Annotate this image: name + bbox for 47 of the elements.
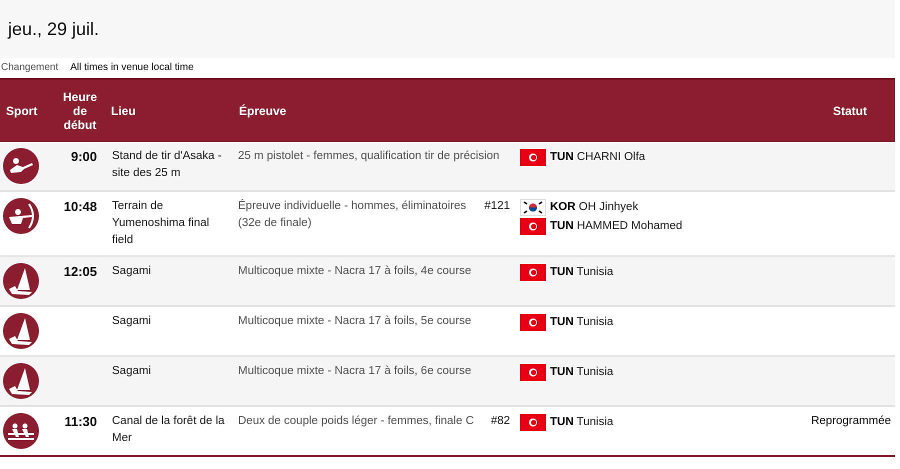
event-text: Multicoque mixte - Nacra 17 à foils, 4e course	[238, 264, 472, 279]
flag-icon	[520, 218, 546, 235]
venue-text: Sagami	[112, 365, 151, 377]
athlete-entry: TUN Tunisia	[550, 415, 614, 430]
flag-icon	[520, 364, 546, 381]
start-time: 11:30	[64, 414, 97, 429]
start-time: 9:00	[70, 149, 97, 164]
flag-icon	[520, 264, 546, 281]
archer-icon	[3, 198, 39, 234]
column-header: Statut	[832, 104, 868, 118]
venue-text: Sagami	[112, 265, 151, 277]
event-text: Multicoque mixte - Nacra 17 à foils, 5e course	[238, 314, 472, 329]
athlete-entry: KOR OH Jinhyek	[550, 200, 638, 215]
event-text: Multicoque mixte - Nacra 17 à foils, 6e course	[238, 364, 472, 379]
sailboat-icon	[3, 313, 39, 349]
sailboat-icon	[3, 363, 39, 399]
status-text: Reprogrammée	[811, 415, 891, 427]
athlete-entry: TUN HAMMED Mohamed	[550, 219, 682, 234]
flag-icon	[520, 149, 546, 166]
column-header: Lieu	[110, 104, 137, 118]
rowers-icon	[3, 413, 39, 449]
athlete-entry: TUN Tunisia	[550, 365, 614, 380]
athlete-entry: TUN Tunisia	[550, 315, 614, 330]
column-header: Épreuve	[238, 104, 288, 118]
event-number: #82	[490, 414, 510, 429]
sailboat-icon	[3, 263, 39, 299]
column-header: Sport	[5, 104, 38, 118]
start-time: 10:48	[64, 199, 97, 214]
venue-text: Sagami	[112, 315, 151, 327]
event-text: 25 m pistolet - femmes, qualification tir de précision	[238, 149, 500, 164]
athlete-entry: TUN Tunisia	[550, 265, 614, 280]
timezone-note: All times in venue local time	[70, 62, 194, 73]
column-header: Heure de début	[62, 90, 98, 132]
rifle-shooter-icon	[3, 148, 39, 184]
event-text: Épreuve individuelle - hommes, éliminatoires (32e de finale)	[238, 198, 468, 231]
venue-text: Canal de la forêt de la Mer	[112, 415, 225, 444]
event-number: #121	[484, 199, 510, 214]
flag-icon	[520, 414, 546, 431]
change-label: Changement	[1, 62, 58, 73]
athlete-entry: TUN CHARNI Olfa	[550, 150, 646, 165]
date-title: jeu., 29 juil.	[8, 18, 100, 40]
venue-text: Terrain de Yumenoshima final field	[112, 200, 210, 246]
start-time: 12:05	[64, 264, 97, 279]
flag-icon	[520, 199, 546, 216]
flag-icon	[520, 314, 546, 331]
event-text: Deux de couple poids léger - femmes, finale C	[238, 414, 475, 429]
venue-text: Stand de tir d'Asaka - site des 25 m	[112, 150, 222, 179]
